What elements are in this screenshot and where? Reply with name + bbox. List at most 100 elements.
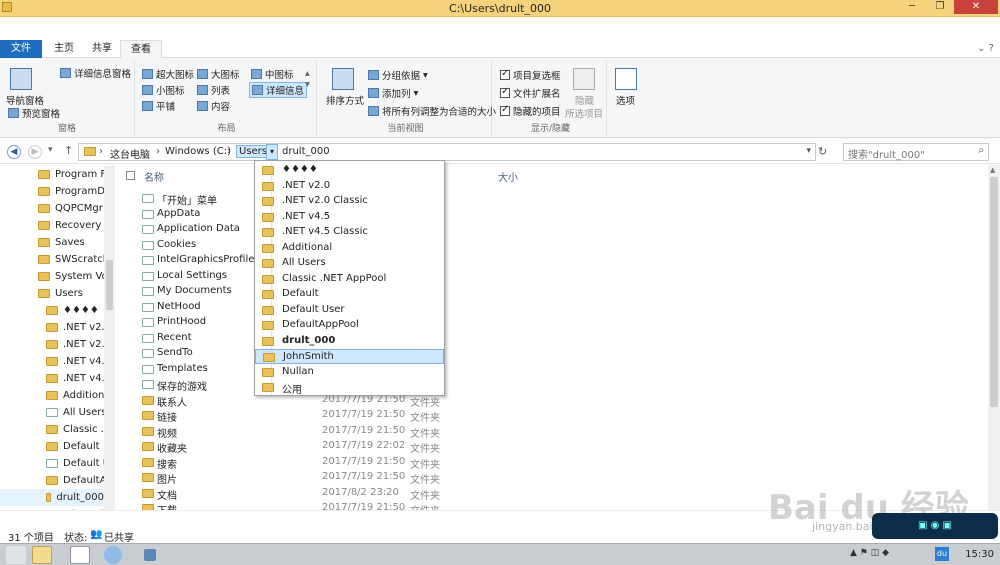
layout-tiles[interactable]: 平铺 [142, 99, 175, 113]
table-row[interactable]: 搜索 2017/7/19 21:50 文件夹 [118, 455, 988, 471]
nav-item[interactable]: SWScratch [38, 251, 109, 268]
table-row[interactable]: Application Data [118, 222, 988, 237]
tray-icons[interactable]: ▲ ⚑ ◫ ◆ [850, 548, 889, 558]
table-row[interactable]: Templates [118, 362, 988, 377]
chevron-right-icon[interactable]: › [99, 146, 103, 157]
dropdown-item[interactable]: Default [255, 287, 444, 302]
help-icon[interactable]: ⌄ ? [977, 43, 994, 54]
nav-item[interactable]: Saves [38, 234, 85, 251]
nav-item[interactable]: All Users [46, 404, 107, 421]
forward-button[interactable]: ▶ [28, 145, 42, 159]
table-row[interactable]: PrintHood [118, 315, 988, 330]
breadcrumb-windows-c[interactable]: Windows (C:) [165, 146, 231, 157]
clock[interactable]: 15:30 [965, 549, 994, 560]
table-row[interactable]: Recent [118, 331, 988, 346]
table-row[interactable]: NetHood [118, 300, 988, 315]
table-row[interactable]: 联系人 2017/7/19 21:50 文件夹 [118, 393, 988, 409]
ime-icon[interactable]: du [935, 547, 949, 561]
layout-extra-large[interactable]: 超大图标 [142, 67, 194, 81]
explorer-icon[interactable] [32, 546, 52, 564]
nav-item[interactable]: QQPCMgr [38, 200, 103, 217]
dropdown-item[interactable]: 公用 [255, 380, 444, 396]
nav-item[interactable]: .NET v4.5 [46, 353, 111, 370]
tab-file[interactable]: 文件 [0, 40, 42, 58]
chevron-right-icon[interactable]: › [156, 146, 160, 157]
hide-icon[interactable] [573, 68, 595, 90]
dropdown-item[interactable]: .NET v2.0 Classic [255, 194, 444, 209]
nav-item[interactable]: Users [38, 285, 83, 302]
layout-list[interactable]: 列表 [197, 83, 230, 97]
dropdown-item[interactable]: ♦♦♦♦ [255, 163, 444, 178]
scrollbar-thumb[interactable] [106, 260, 113, 310]
options-button[interactable]: 选项 [616, 93, 635, 107]
nav-pane-button[interactable] [10, 68, 32, 90]
start-icon[interactable] [6, 546, 26, 564]
layout-large[interactable]: 大图标 [197, 67, 240, 81]
tab-view[interactable]: 查看 [120, 40, 162, 59]
hidden-items-toggle[interactable]: 隐藏的项目 [500, 104, 561, 118]
nav-item[interactable]: .NET v4.5 [46, 370, 111, 387]
column-header-size[interactable]: 大小 [498, 169, 518, 184]
scrollbar-thumb[interactable] [990, 177, 998, 407]
group-by-button[interactable]: 分组依据 ▾ [368, 68, 428, 82]
table-row[interactable]: My Documents [118, 284, 988, 299]
browser-icon[interactable] [104, 546, 122, 564]
nav-item[interactable]: .NET v2.0 [46, 336, 111, 353]
table-row[interactable]: 保存的游戏 [118, 377, 988, 393]
dropdown-item[interactable]: DefaultAppPool [255, 318, 444, 333]
tab-share[interactable]: 共享 [82, 40, 122, 58]
fit-columns-button[interactable]: 将所有列调整为合适的大小 [368, 104, 496, 118]
nav-item[interactable]: Default [46, 438, 100, 455]
layout-medium[interactable]: 中图标 [251, 67, 294, 81]
tab-home[interactable]: 主页 [44, 40, 84, 58]
layout-small[interactable]: 小图标 [142, 83, 185, 97]
table-row[interactable]: 收藏夹 2017/7/19 22:02 文件夹 [118, 439, 988, 455]
nav-pane-label[interactable]: 导航窗格 [6, 93, 44, 107]
nav-item[interactable]: Program Fil [38, 166, 111, 183]
breadcrumb-current[interactable]: drult_000 [282, 146, 330, 157]
address-bar[interactable]: › 这台电脑 › Windows (C:) › Users ▾ drult_00… [78, 143, 816, 161]
nav-item[interactable]: Recovery [38, 217, 101, 234]
layout-scroll-icon[interactable]: ▴ ▾ [305, 68, 310, 90]
breadcrumb-this-pc[interactable]: 这台电脑 [110, 146, 150, 161]
close-button[interactable]: ✕ [954, 0, 998, 14]
item-checkboxes-toggle[interactable]: 项目复选框 [500, 68, 561, 82]
table-row[interactable]: 链接 2017/7/19 21:50 文件夹 [118, 408, 988, 424]
address-dropdown-icon[interactable]: ▾ [806, 146, 811, 156]
chevron-down-icon[interactable]: ▾ [266, 144, 278, 160]
preview-pane-button[interactable]: 预览窗格 [8, 106, 60, 120]
layout-content[interactable]: 内容 [197, 99, 230, 113]
table-row[interactable]: 「开始」菜单 [118, 191, 988, 207]
dropdown-item[interactable]: All Users [255, 256, 444, 271]
app-icon[interactable] [70, 546, 90, 564]
scroll-up-icon[interactable]: ▲ [990, 166, 995, 174]
table-row[interactable]: IntelGraphicsProfiles [118, 253, 988, 268]
dropdown-item[interactable]: JohnSmith [255, 349, 444, 364]
back-button[interactable]: ◀ [7, 145, 21, 159]
dropdown-item[interactable]: drult_000 [255, 334, 444, 349]
minimize-button[interactable]: ─ [898, 0, 926, 14]
keyboard-icon[interactable] [144, 549, 156, 561]
dropdown-item[interactable]: Default User [255, 303, 444, 318]
recent-chevron-icon[interactable]: ▾ [48, 145, 53, 155]
extensions-toggle[interactable]: 文件扩展名 [500, 86, 561, 100]
dropdown-item[interactable]: Nullan [255, 365, 444, 380]
breadcrumb-users[interactable]: Users [236, 145, 271, 158]
dropdown-item[interactable]: .NET v2.0 [255, 179, 444, 194]
up-arrow-icon[interactable]: ↑ [64, 144, 73, 157]
table-row[interactable]: AppData [118, 207, 988, 222]
hide-button[interactable]: 隐藏 [575, 93, 594, 107]
dropdown-item[interactable]: .NET v4.5 Classic [255, 225, 444, 240]
table-row[interactable]: Local Settings [118, 269, 988, 284]
search-input[interactable]: 搜索"drult_000" ⌕ [843, 143, 989, 161]
sort-button[interactable]: 排序方式 [326, 93, 364, 107]
navigation-pane[interactable]: Program Fil ProgramDat QQPCMgr Recovery Save… [0, 165, 115, 510]
options-icon[interactable] [615, 68, 637, 90]
dropdown-item[interactable]: Classic .NET AppPool [255, 272, 444, 287]
table-row[interactable]: 视频 2017/7/19 21:50 文件夹 [118, 424, 988, 440]
table-row[interactable]: SendTo [118, 346, 988, 361]
maximize-button[interactable]: ❐ [926, 0, 954, 14]
table-row[interactable]: Cookies [118, 238, 988, 253]
file-list-scrollbar[interactable]: ▲ [988, 165, 1000, 510]
nav-item[interactable]: .NET v2.0 [46, 319, 111, 336]
